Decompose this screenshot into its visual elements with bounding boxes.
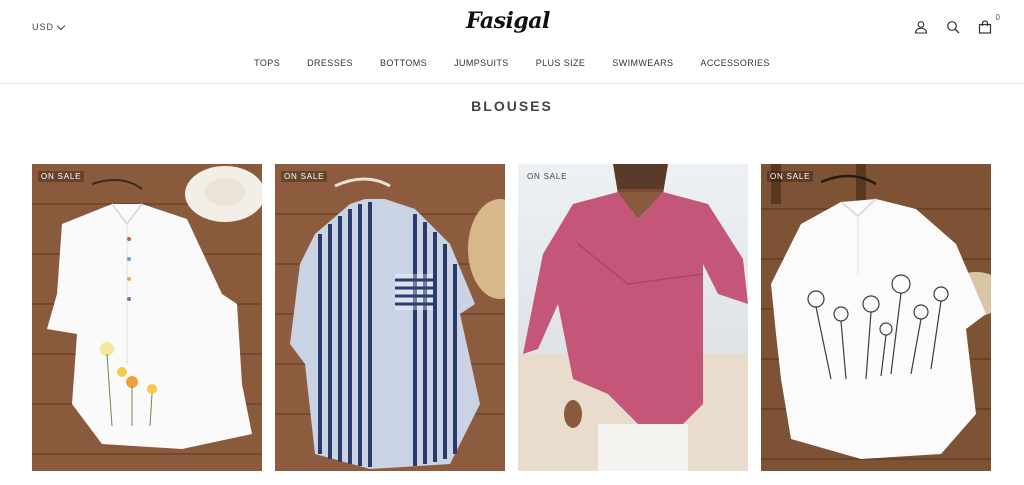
product-card[interactable]: ON SALE — [275, 164, 505, 471]
sale-badge: ON SALE — [767, 171, 814, 182]
product-image — [32, 164, 262, 471]
product-image — [761, 164, 991, 471]
product-card[interactable]: ON SALE — [518, 164, 748, 471]
site-header: USD Fasigal 0 — [0, 0, 1024, 50]
product-card[interactable]: ON SALE — [761, 164, 991, 471]
bag-icon[interactable]: 0 — [976, 13, 1000, 36]
header-divider — [0, 83, 1024, 84]
logo-text: Fasigal — [466, 8, 550, 34]
nav-item-bottoms[interactable]: BOTTOMS — [380, 58, 427, 74]
product-grid: ON SALE ON SALE ON SALE ON SALE — [32, 164, 992, 471]
user-icon[interactable] — [912, 18, 930, 36]
main-nav: TOPS DRESSES BOTTOMS JUMPSUITS PLUS SIZE… — [0, 58, 1024, 74]
currency-label: USD — [32, 22, 55, 32]
nav-item-plus-size[interactable]: PLUS SIZE — [536, 58, 586, 74]
sale-badge: ON SALE — [38, 171, 85, 182]
currency-selector[interactable]: USD — [32, 21, 66, 32]
page-title: BLOUSES — [471, 98, 553, 114]
nav-item-jumpsuits[interactable]: JUMPSUITS — [454, 58, 509, 74]
nav-item-swimwears[interactable]: SWIMWEARS — [612, 58, 673, 74]
nav-item-dresses[interactable]: DRESSES — [307, 58, 353, 74]
header-icons: 0 — [912, 13, 1000, 36]
product-card[interactable]: ON SALE — [32, 164, 262, 471]
site-logo[interactable]: Fasigal — [466, 8, 558, 46]
nav-item-tops[interactable]: TOPS — [254, 58, 280, 74]
sale-badge: ON SALE — [281, 171, 328, 182]
nav-item-accessories[interactable]: ACCESSORIES — [700, 58, 769, 74]
product-image — [275, 164, 505, 471]
sale-badge: ON SALE — [527, 172, 568, 181]
chevron-down-icon — [56, 21, 66, 30]
search-icon[interactable] — [944, 18, 962, 36]
cart-count: 0 — [995, 13, 1000, 22]
product-image — [518, 164, 748, 471]
